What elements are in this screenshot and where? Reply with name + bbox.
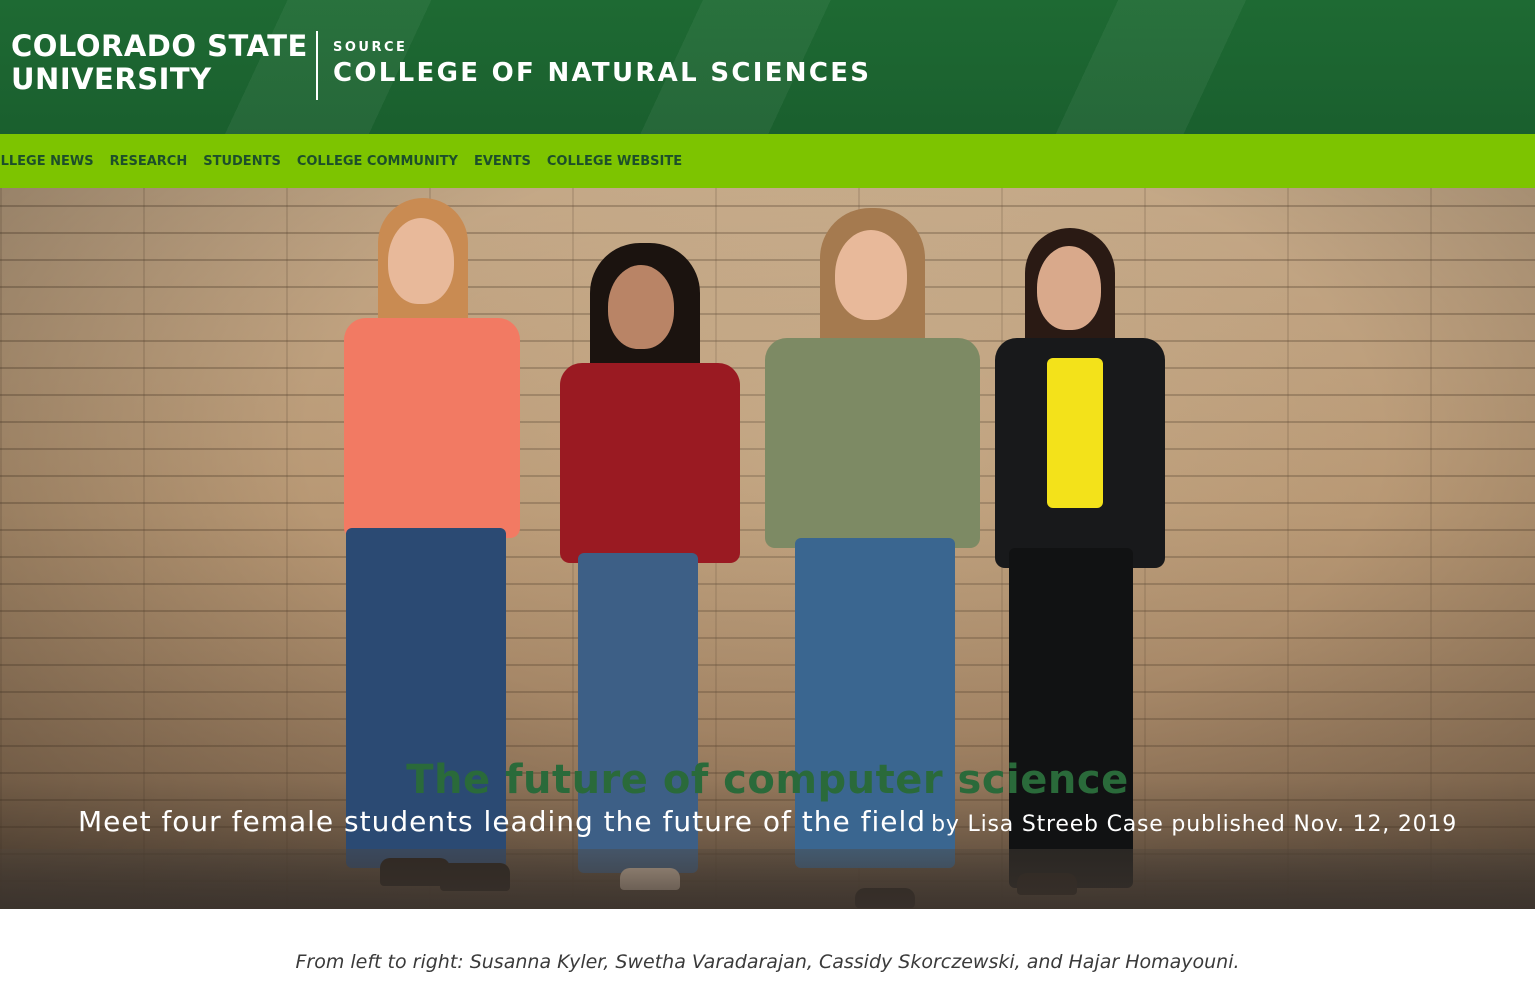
nav-item-college-news[interactable]: COLLEGE NEWS bbox=[0, 154, 94, 169]
header-divider bbox=[316, 31, 318, 100]
college-title-link[interactable]: COLLEGE OF NATURAL SCIENCES bbox=[333, 58, 871, 88]
photo-caption: From left to right: Susanna Kyler, Sweth… bbox=[295, 951, 1240, 973]
nav-item-students[interactable]: STUDENTS bbox=[203, 154, 281, 169]
university-line-2: UNIVERSITY bbox=[11, 62, 212, 96]
article-byline-row: Meet four female students leading the fu… bbox=[0, 805, 1535, 838]
university-line-1: COLORADO STATE bbox=[11, 29, 308, 63]
person-3-figure bbox=[765, 208, 985, 908]
article-subtitle: Meet four female students leading the fu… bbox=[77, 805, 927, 838]
site-header: COLORADO STATE UNIVERSITY SOURCE COLLEGE… bbox=[0, 0, 1535, 134]
source-label: SOURCE bbox=[333, 40, 408, 55]
nav-item-events[interactable]: EVENTS bbox=[474, 154, 531, 169]
hero-image: The future of computer science Meet four… bbox=[0, 188, 1535, 909]
hero-floor bbox=[0, 849, 1535, 909]
nav-item-college-community[interactable]: COLLEGE COMMUNITY bbox=[297, 154, 458, 169]
article-author-date: by Lisa Streeb Case published Nov. 12, 2… bbox=[931, 812, 1458, 837]
nav-item-college-website[interactable]: COLLEGE WEBSITE bbox=[547, 154, 682, 169]
main-nav: COLLEGE NEWS RESEARCH STUDENTS COLLEGE C… bbox=[0, 134, 1535, 188]
article-title: The future of computer science bbox=[406, 756, 1129, 803]
nav-item-research[interactable]: RESEARCH bbox=[110, 154, 188, 169]
csu-logo[interactable]: COLORADO STATE UNIVERSITY bbox=[11, 30, 308, 96]
